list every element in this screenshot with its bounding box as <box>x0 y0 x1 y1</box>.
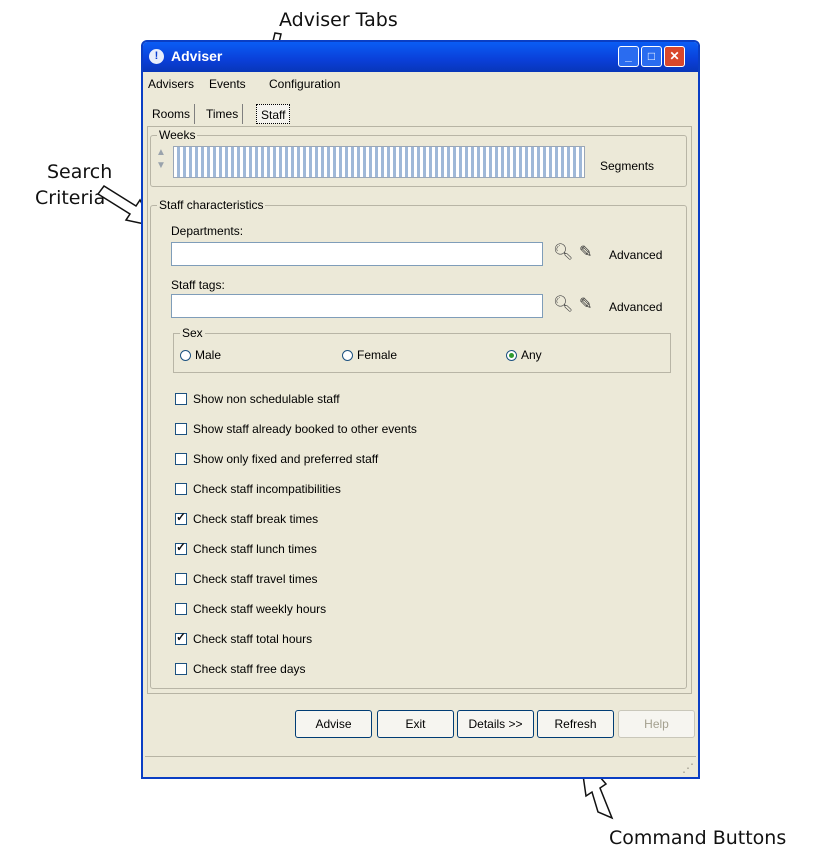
tab-staff[interactable]: Staff <box>256 104 291 124</box>
menu-configuration[interactable]: Configuration <box>269 77 340 91</box>
weeks-scroll-spinner[interactable]: ▲ ▼ <box>153 146 169 176</box>
maximize-button[interactable]: □ <box>641 46 662 67</box>
checkbox-show-already-booked[interactable]: Show staff already booked to other event… <box>175 422 417 436</box>
sex-label: Sex <box>180 326 205 340</box>
weeks-label: Weeks <box>157 128 198 142</box>
help-button[interactable]: Help <box>618 710 695 738</box>
staff-tags-search-icon[interactable]: 🔍︎ <box>553 296 573 314</box>
advise-button[interactable]: Advise <box>295 710 372 738</box>
staff-characteristics-label: Staff characteristics <box>157 198 266 212</box>
departments-advanced-link[interactable]: Advanced <box>609 248 662 262</box>
checkbox-check-weekly-hours[interactable]: Check staff weekly hours <box>175 602 326 616</box>
departments-pencil-icon[interactable]: ✎ <box>579 244 597 262</box>
departments-input[interactable] <box>171 242 543 266</box>
checkbox-check-free-days[interactable]: Check staff free days <box>175 662 306 676</box>
tab-times[interactable]: Times <box>202 104 244 124</box>
adviser-tabs-callout: Adviser Tabs <box>279 9 398 31</box>
tab-rooms[interactable]: Rooms <box>148 104 196 124</box>
checkbox-check-lunch-times[interactable]: Check staff lunch times <box>175 540 317 556</box>
staff-tab-page: Weeks ▲ ▼ Segments Staff characteristics … <box>147 126 692 694</box>
radio-female[interactable]: Female <box>342 348 397 362</box>
checkbox-check-total-hours[interactable]: Check staff total hours <box>175 630 312 646</box>
refresh-button[interactable]: Refresh <box>537 710 614 738</box>
departments-label: Departments: <box>171 224 244 238</box>
title-bar[interactable]: ! Adviser _ □ ✕ <box>143 42 698 72</box>
search-criteria-callout-line2: Criteria <box>35 187 106 209</box>
sex-group: Sex Male Female Any <box>173 326 671 373</box>
adviser-window: ! Adviser _ □ ✕ Advisers Events Configur… <box>141 40 700 779</box>
window-title: Adviser <box>171 48 223 64</box>
resize-grip-icon[interactable]: ⋰ <box>682 761 694 775</box>
radio-any[interactable]: Any <box>506 348 542 362</box>
staff-tags-pencil-icon[interactable]: ✎ <box>579 296 597 314</box>
app-info-icon: ! <box>149 49 164 64</box>
checkbox-show-non-schedulable[interactable]: Show non schedulable staff <box>175 392 340 406</box>
menu-advisers[interactable]: Advisers <box>148 77 194 91</box>
minimize-button[interactable]: _ <box>618 46 639 67</box>
staff-characteristics-group: Staff characteristics Departments: 🔍︎ ✎ … <box>150 198 687 689</box>
segments-label: Segments <box>600 159 655 173</box>
staff-tags-input[interactable] <box>171 294 543 318</box>
exit-button[interactable]: Exit <box>377 710 454 738</box>
status-bar: ⋰ <box>145 756 696 775</box>
checkbox-check-break-times[interactable]: Check staff break times <box>175 510 318 526</box>
weeks-group: Weeks ▲ ▼ Segments <box>150 128 687 187</box>
radio-male[interactable]: Male <box>180 348 221 362</box>
staff-tags-label: Staff tags: <box>171 278 225 292</box>
menu-events[interactable]: Events <box>209 77 246 91</box>
close-button[interactable]: ✕ <box>664 46 685 67</box>
staff-tags-advanced-link[interactable]: Advanced <box>609 300 662 314</box>
departments-search-icon[interactable]: 🔍︎ <box>553 244 573 262</box>
command-buttons-callout: Command Buttons <box>609 827 787 849</box>
weeks-strip[interactable] <box>173 146 585 178</box>
checkbox-check-incompatibilities[interactable]: Check staff incompatibilities <box>175 482 341 496</box>
checkbox-check-travel-times[interactable]: Check staff travel times <box>175 572 318 586</box>
checkbox-show-fixed-preferred[interactable]: Show only fixed and preferred staff <box>175 452 378 466</box>
menu-bar: Advisers Events Configuration <box>143 74 698 94</box>
details-button[interactable]: Details >> <box>457 710 534 738</box>
